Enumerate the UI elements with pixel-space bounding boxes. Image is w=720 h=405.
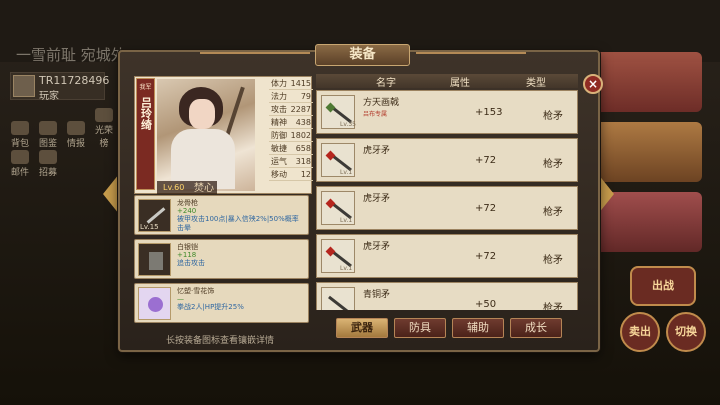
close-button[interactable]: ×: [583, 74, 603, 94]
menu-item-recruit[interactable]: 招募: [36, 150, 60, 178]
equip-desc: 追击攻击: [177, 259, 205, 267]
stat-row: 体力 1415: [269, 79, 313, 90]
item-type: 枪矛: [543, 207, 563, 218]
header-ornament: [416, 52, 526, 54]
item-name: 青铜矛: [363, 290, 391, 300]
armor-icon[interactable]: [138, 243, 171, 276]
header-ornament: [200, 52, 310, 54]
item-name: 虎牙矛: [363, 146, 391, 156]
stat-row: 敏捷 658: [269, 144, 313, 155]
item-type: 枪矛: [543, 111, 563, 122]
player-id: TR11728496: [39, 74, 110, 87]
stat-row: 法力 79: [269, 92, 313, 103]
prev-hero-arrow[interactable]: [103, 174, 119, 214]
avatar[interactable]: [13, 75, 35, 97]
list-header: 名字 属性 类型: [316, 74, 578, 89]
menu-item-honor[interactable]: 光荣榜: [92, 108, 116, 149]
header-type: 类型: [526, 78, 546, 89]
spear-icon[interactable]: Lv.1: [321, 191, 355, 225]
equipment-tabs: 武器 防具 辅助 成长: [336, 318, 568, 338]
menu-item-codex[interactable]: 图鉴: [36, 121, 60, 149]
faction-tag: 我军: [139, 84, 152, 91]
stage-title: 一雪前耻 宛城外: [16, 46, 126, 64]
hero-card: 我军 吕玲绮 Lv.60 体力 1415 法力 79 攻击 2287 精神 438 防御…: [134, 76, 313, 194]
spear-icon[interactable]: Lv.15: [138, 199, 171, 232]
list-item[interactable]: 青铜矛 +50 枪矛: [316, 282, 578, 310]
battle-button[interactable]: 出战: [630, 266, 696, 306]
bag-icon: [11, 121, 29, 135]
list-item[interactable]: Lv.35 方天画戟 吕布专属 +153 枪矛: [316, 90, 578, 134]
tab-armor[interactable]: 防具: [394, 318, 446, 338]
hero-name: 吕玲绮: [139, 97, 153, 130]
portrait-face: [189, 99, 215, 129]
equip-desc: 被甲攻击100点|暴入信殃2%|50%概率击晕: [177, 215, 299, 232]
list-item[interactable]: Lv.1 虎牙矛 +72 枪矛: [316, 234, 578, 278]
hint-text: 长按装备图标查看镶嵌详情: [166, 336, 275, 346]
stat-row: 防御 1802: [269, 131, 313, 142]
tab-weapon[interactable]: 武器: [336, 318, 388, 338]
panel-title: 装备: [315, 44, 410, 66]
book-icon: [39, 121, 57, 135]
menu-item-intel[interactable]: 情报: [64, 121, 88, 149]
header-attr: 属性: [450, 78, 470, 89]
next-hero-arrow[interactable]: [598, 174, 614, 214]
recruit-icon: [39, 150, 57, 164]
list-item[interactable]: Lv.1 虎牙矛 +72 枪矛: [316, 186, 578, 230]
item-attr: +72: [475, 251, 497, 262]
item-name: 虎牙矛: [363, 242, 391, 252]
item-attr: +72: [475, 155, 497, 166]
switch-button[interactable]: 切换: [666, 312, 706, 352]
list-item[interactable]: Lv.1 虎牙矛 +72 枪矛: [316, 138, 578, 182]
bronze-spear-icon[interactable]: [321, 287, 355, 310]
menu-item-mail[interactable]: 邮件: [8, 150, 32, 178]
halberd-icon[interactable]: Lv.35: [321, 95, 356, 129]
player-type: 玩家: [39, 91, 59, 102]
item-sub: 吕布专属: [363, 111, 388, 118]
treasure-card[interactable]: [590, 122, 702, 182]
item-name: 方天画戟: [363, 98, 400, 108]
equipped-armor[interactable]: 白银铠 +118 追击攻击: [134, 239, 309, 279]
stat-row: 运气 318: [269, 157, 313, 168]
stat-row: 移动 12: [269, 170, 313, 181]
equip-bonus: +240: [177, 207, 197, 215]
tab-accessory[interactable]: 辅助: [452, 318, 504, 338]
snowflake-ornament-icon[interactable]: [138, 287, 171, 320]
hero-portrait[interactable]: [157, 79, 255, 191]
stat-row: 精神 438: [269, 118, 313, 129]
equip-bonus: —: [177, 295, 184, 303]
mail-icon: [11, 150, 29, 164]
item-attr: +50: [475, 299, 497, 310]
equipped-accessory[interactable]: 忆塑·雪花饰 — 拳战2人|HP提升25%: [134, 283, 309, 323]
equip-desc: 拳战2人|HP提升25%: [177, 303, 244, 311]
item-type: 枪矛: [543, 255, 563, 266]
hero-name-plate: 我军 吕玲绮: [136, 78, 155, 190]
trophy-icon: [95, 108, 113, 122]
scroll-icon: [67, 121, 85, 135]
equipped-weapon[interactable]: Lv.15 龙骨枪 +240 被甲攻击100点|暴入信殃2%|50%概率击晕: [134, 195, 309, 235]
item-type: 枪矛: [543, 303, 563, 310]
item-name: 虎牙矛: [363, 194, 391, 204]
spear-icon[interactable]: Lv.1: [321, 143, 355, 177]
sell-button[interactable]: 卖出: [620, 312, 660, 352]
menu-item-bag[interactable]: 背包: [8, 121, 32, 149]
weapon-list[interactable]: Lv.35 方天画戟 吕布专属 +153 枪矛 Lv.1 虎牙矛 +72 枪矛 …: [316, 88, 582, 310]
header-name: 名字: [376, 78, 396, 89]
item-attr: +72: [475, 203, 497, 214]
skill-title: 焚心: [194, 183, 214, 194]
equipment-panel: 装备 × 我军 吕玲绮 Lv.60 体力 1415 法力 79 攻击 2287 精神 4…: [118, 44, 603, 352]
player-info[interactable]: TR11728496 玩家: [10, 72, 109, 102]
item-type: 枪矛: [543, 159, 563, 170]
hero-stats: 体力 1415 法力 79 攻击 2287 精神 438 防御 1802 敏捷 658 运气…: [269, 77, 313, 181]
item-attr: +153: [475, 107, 503, 118]
stat-row: 攻击 2287: [269, 105, 313, 116]
gift-card[interactable]: [590, 52, 702, 112]
equip-bonus: +118: [177, 251, 197, 259]
tab-growth[interactable]: 成长: [510, 318, 562, 338]
spear-icon[interactable]: Lv.1: [321, 239, 355, 273]
